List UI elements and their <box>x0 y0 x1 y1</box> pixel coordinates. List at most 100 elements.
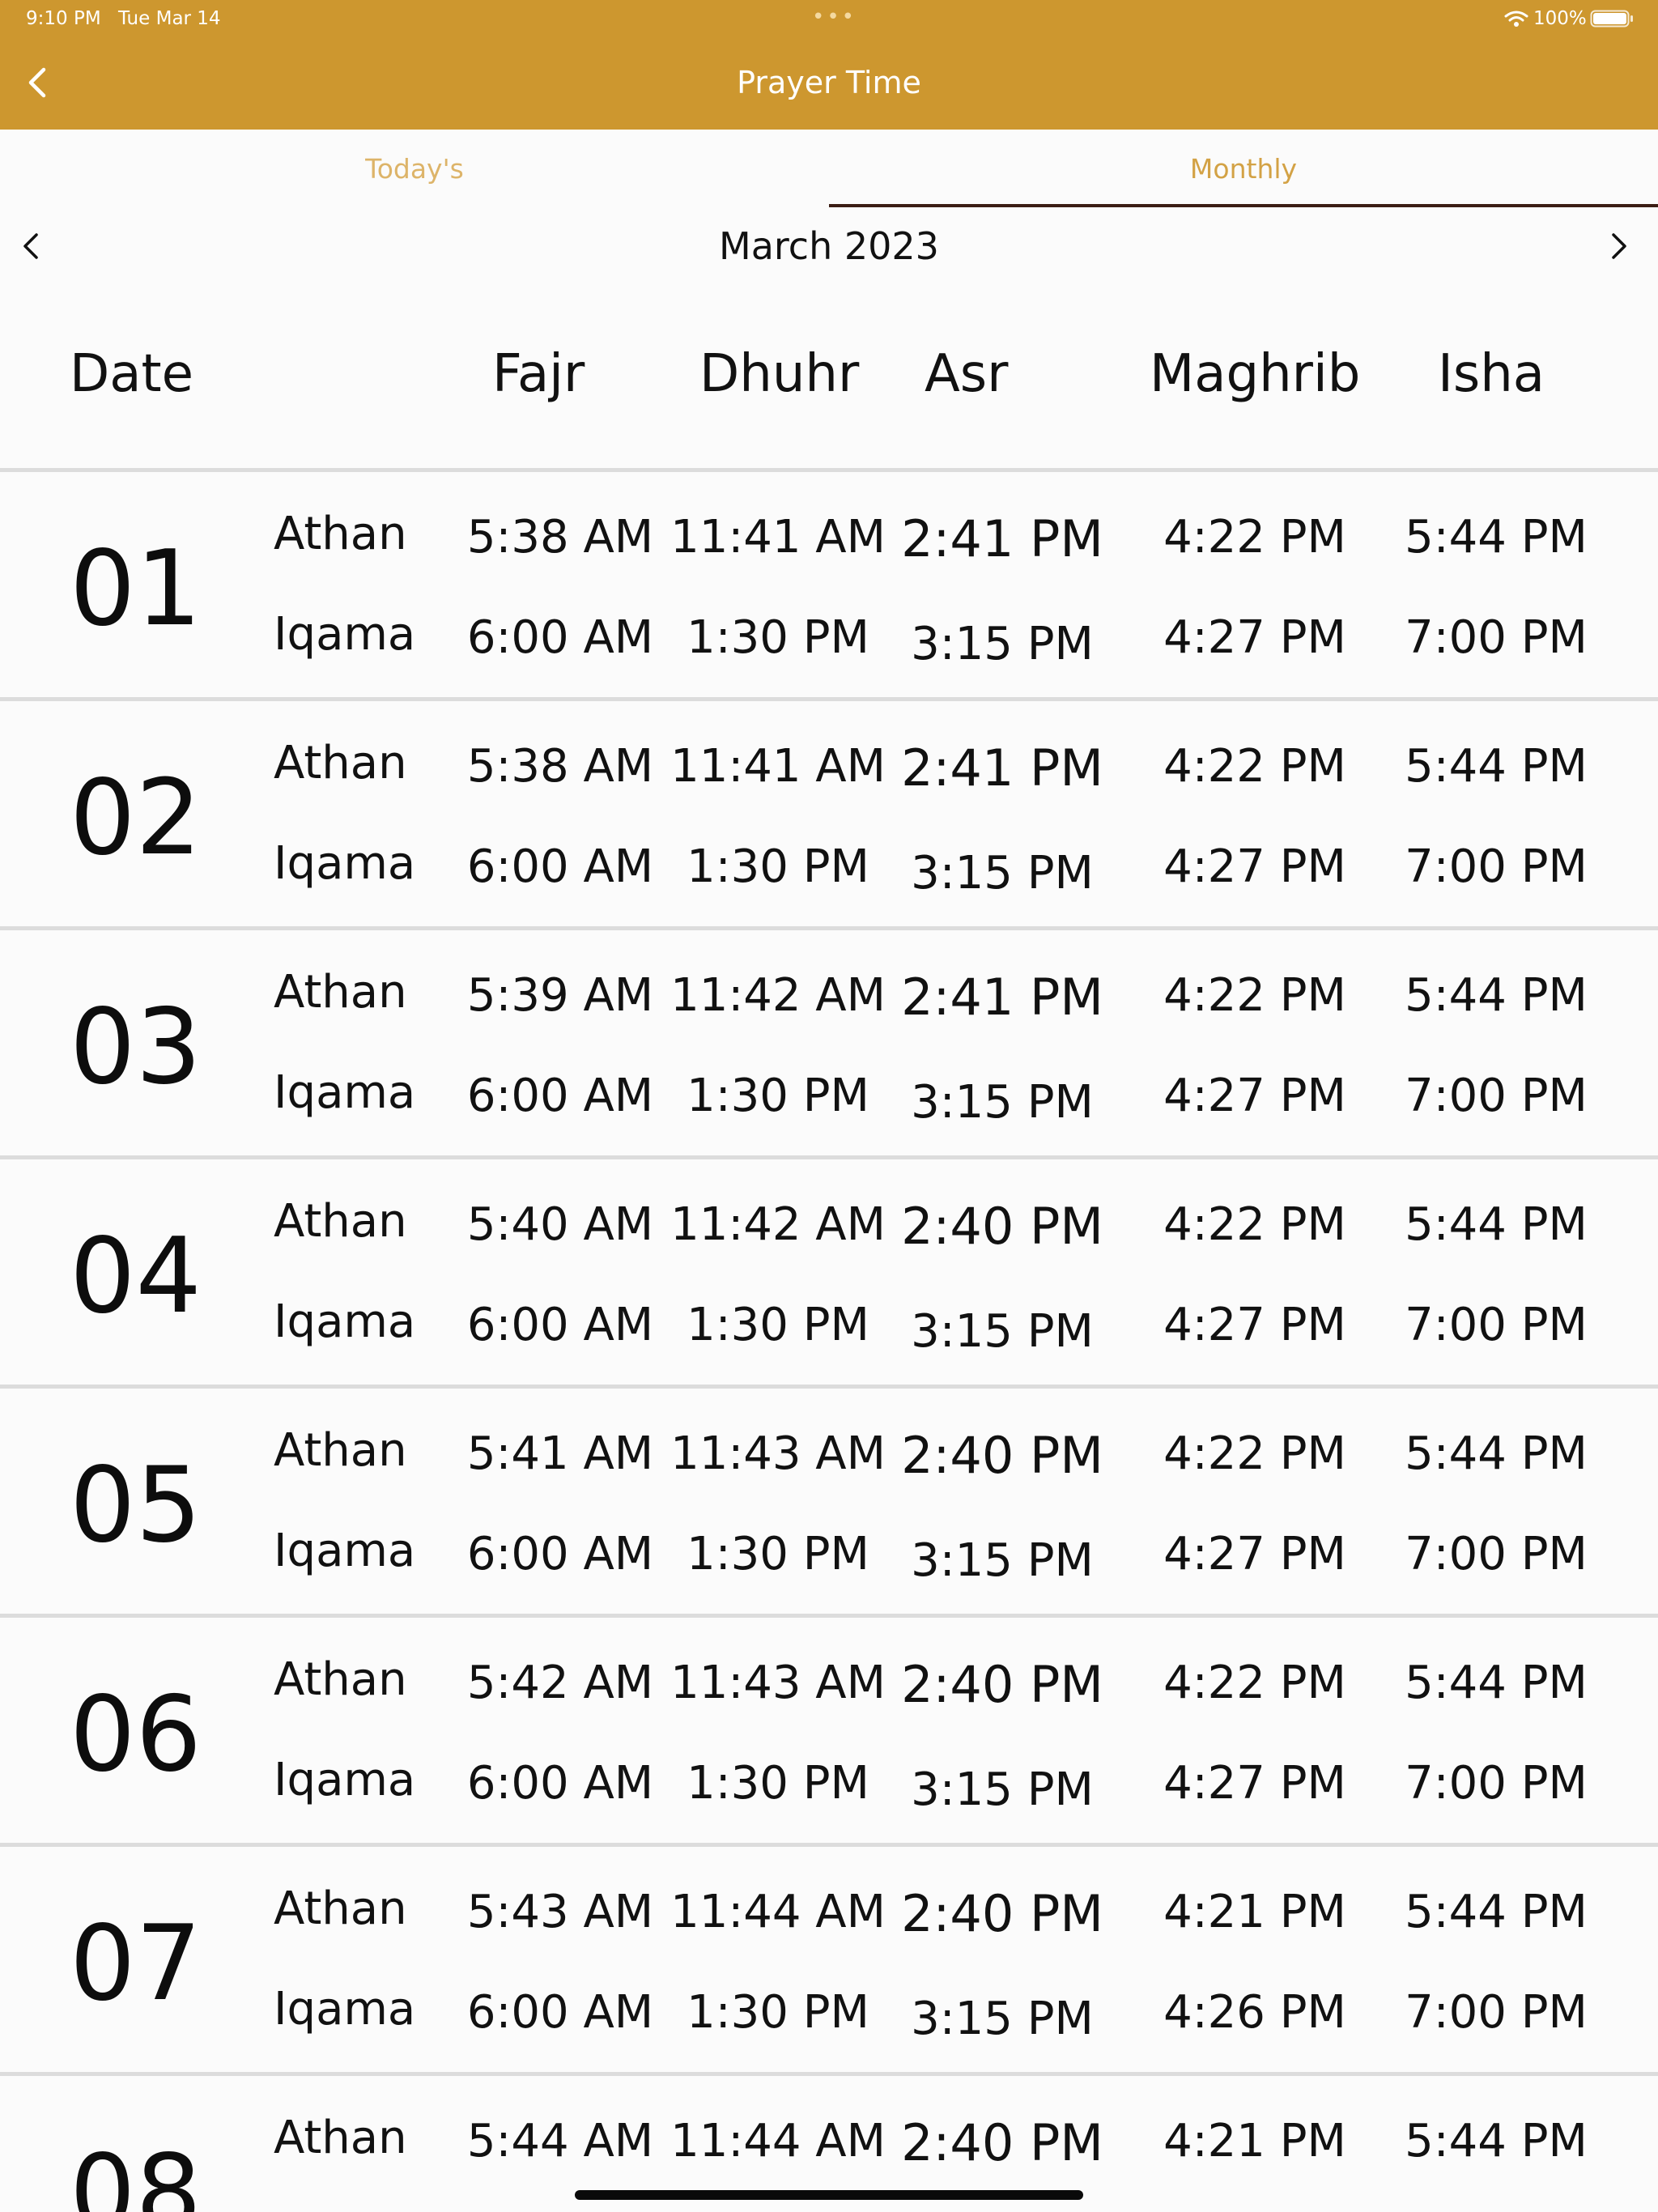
table-row: 06 Athan Iqama 5:42 AM 11:43 AM 2:40 PM 4:22 P… <box>0 1618 1658 1847</box>
battery-icon <box>1590 10 1633 28</box>
athan-time-asr: 2:40 PM <box>901 1426 1103 1485</box>
athan-time-maghrib: 4:22 PM <box>1163 1427 1346 1480</box>
iqama-label: Iqama <box>274 1525 416 1577</box>
tab-monthly[interactable]: Monthly <box>829 130 1658 207</box>
athan-time-isha: 5:44 PM <box>1405 1198 1588 1251</box>
tab-todays[interactable]: Today's <box>0 130 829 207</box>
iqama-time-asr: 3:15 PM <box>911 1763 1094 1816</box>
athan-label: Athan <box>274 2112 407 2164</box>
column-header-asr: Asr <box>925 344 1009 404</box>
athan-time-isha: 5:44 PM <box>1405 1427 1588 1480</box>
athan-label: Athan <box>274 1882 407 1935</box>
prayer-times-list[interactable]: 01 Athan Iqama 5:38 AM 11:41 AM 2:41 PM 4:22 P… <box>0 468 1658 2212</box>
iqama-time-dhuhr: 1:30 PM <box>687 1299 869 1351</box>
iqama-time-maghrib: 4:27 PM <box>1163 1299 1346 1351</box>
athan-time-isha: 5:44 PM <box>1405 1886 1588 1938</box>
athan-time-maghrib: 4:22 PM <box>1163 1198 1346 1251</box>
athan-time-dhuhr: 11:44 AM <box>670 1886 886 1938</box>
table-row: 01 Athan Iqama 5:38 AM 11:41 AM 2:41 PM 4:22 P… <box>0 472 1658 701</box>
athan-time-asr: 2:41 PM <box>901 738 1103 798</box>
home-indicator[interactable] <box>575 2190 1083 2200</box>
next-month-button[interactable] <box>1596 223 1642 269</box>
top-bar: 9:10 PM Tue Mar 14 ••• 100% Prayer Time <box>0 0 1658 130</box>
table-row: 03 Athan Iqama 5:39 AM 11:42 AM 2:41 PM 4:22 P… <box>0 930 1658 1159</box>
iqama-time-dhuhr: 1:30 PM <box>687 1528 869 1580</box>
column-header-dhuhr: Dhuhr <box>699 344 860 404</box>
iqama-time-fajr: 6:00 AM <box>466 1986 654 2039</box>
column-header-isha: Isha <box>1438 344 1545 404</box>
athan-time-asr: 2:40 PM <box>901 2113 1103 2172</box>
iqama-time-dhuhr: 1:30 PM <box>687 611 869 664</box>
athan-time-maghrib: 4:21 PM <box>1163 2115 1346 2167</box>
athan-time-dhuhr: 11:43 AM <box>670 1657 886 1709</box>
iqama-time-dhuhr: 1:30 PM <box>687 1986 869 2039</box>
previous-month-button[interactable] <box>8 223 53 269</box>
athan-time-asr: 2:41 PM <box>901 968 1103 1027</box>
table-row: 04 Athan Iqama 5:40 AM 11:42 AM 2:40 PM 4:22 P… <box>0 1159 1658 1389</box>
day-number: 01 <box>70 529 202 649</box>
athan-time-fajr: 5:42 AM <box>466 1657 654 1709</box>
status-date: Tue Mar 14 <box>118 8 221 29</box>
athan-time-fajr: 5:43 AM <box>466 1886 654 1938</box>
iqama-time-isha: 7:00 PM <box>1405 1986 1588 2039</box>
iqama-time-maghrib: 4:27 PM <box>1163 840 1346 893</box>
athan-time-dhuhr: 11:41 AM <box>670 740 886 793</box>
column-header-maghrib: Maghrib <box>1150 344 1361 404</box>
athan-time-fajr: 5:38 AM <box>466 511 654 564</box>
iqama-time-isha: 7:00 PM <box>1405 1070 1588 1122</box>
wifi-icon <box>1504 11 1528 27</box>
athan-label: Athan <box>274 1653 407 1706</box>
iqama-time-fajr: 6:00 AM <box>466 840 654 893</box>
athan-time-maghrib: 4:22 PM <box>1163 969 1346 1022</box>
month-label: March 2023 <box>719 224 939 268</box>
athan-label: Athan <box>274 1195 407 1248</box>
iqama-time-isha: 7:00 PM <box>1405 1528 1588 1580</box>
athan-time-dhuhr: 11:44 AM <box>670 2115 886 2167</box>
athan-time-asr: 2:40 PM <box>901 1655 1103 1714</box>
month-selector: March 2023 <box>0 207 1658 288</box>
iqama-label: Iqama <box>274 1983 416 2035</box>
athan-time-maghrib: 4:22 PM <box>1163 1657 1346 1709</box>
athan-time-dhuhr: 11:41 AM <box>670 511 886 564</box>
iqama-time-isha: 7:00 PM <box>1405 611 1588 664</box>
day-number: 02 <box>70 758 202 878</box>
day-number: 07 <box>70 1904 202 2024</box>
athan-label: Athan <box>274 737 407 789</box>
athan-time-asr: 2:40 PM <box>901 1197 1103 1256</box>
chevron-left-icon <box>23 233 38 259</box>
table-header: Date Fajr Dhuhr Asr Maghrib Isha <box>0 321 1658 434</box>
iqama-time-fajr: 6:00 AM <box>466 1070 654 1122</box>
table-row: 05 Athan Iqama 5:41 AM 11:43 AM 2:40 PM 4:22 P… <box>0 1389 1658 1618</box>
iqama-time-isha: 7:00 PM <box>1405 840 1588 893</box>
iqama-time-maghrib: 4:27 PM <box>1163 1757 1346 1810</box>
day-number: 08 <box>70 2133 202 2212</box>
iqama-label: Iqama <box>274 1066 416 1119</box>
iqama-time-asr: 3:15 PM <box>911 1305 1094 1358</box>
iqama-time-maghrib: 4:27 PM <box>1163 1070 1346 1122</box>
iqama-time-dhuhr: 1:30 PM <box>687 1757 869 1810</box>
iqama-time-isha: 7:00 PM <box>1405 1757 1588 1810</box>
iqama-time-maghrib: 4:27 PM <box>1163 611 1346 664</box>
iqama-label: Iqama <box>274 837 416 890</box>
status-time: 9:10 PM <box>26 8 101 29</box>
multitasking-dots-icon[interactable]: ••• <box>812 6 857 28</box>
day-number: 03 <box>70 987 202 1108</box>
iqama-time-maghrib: 4:26 PM <box>1163 1986 1346 2039</box>
iqama-time-fajr: 6:00 AM <box>466 1528 654 1580</box>
day-number: 04 <box>70 1216 202 1337</box>
athan-time-isha: 5:44 PM <box>1405 1657 1588 1709</box>
athan-time-isha: 5:44 PM <box>1405 740 1588 793</box>
athan-time-isha: 5:44 PM <box>1405 969 1588 1022</box>
iqama-time-dhuhr: 1:30 PM <box>687 1070 869 1122</box>
athan-label: Athan <box>274 966 407 1019</box>
back-button[interactable] <box>18 63 57 102</box>
iqama-time-asr: 3:15 PM <box>911 847 1094 900</box>
athan-time-dhuhr: 11:42 AM <box>670 1198 886 1251</box>
athan-time-fajr: 5:38 AM <box>466 740 654 793</box>
athan-time-dhuhr: 11:43 AM <box>670 1427 886 1480</box>
athan-label: Athan <box>274 1424 407 1477</box>
page-title: Prayer Time <box>737 65 921 100</box>
table-row: 02 Athan Iqama 5:38 AM 11:41 AM 2:41 PM 4:22 P… <box>0 701 1658 930</box>
athan-time-dhuhr: 11:42 AM <box>670 969 886 1022</box>
athan-label: Athan <box>274 508 407 560</box>
